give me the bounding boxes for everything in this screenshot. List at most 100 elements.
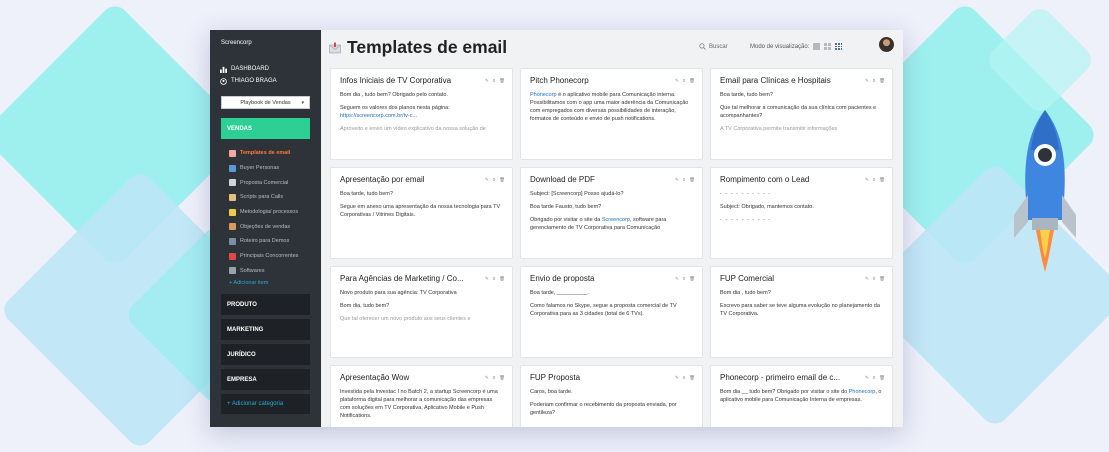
category-empresa[interactable]: EMPRESA (221, 369, 310, 391)
card-actions: ✎ 0 🗑 (485, 276, 505, 282)
line-text: Que tal melhorar a comunicação da sua cl… (720, 105, 877, 119)
like-count-icon[interactable]: ✎ (865, 177, 869, 183)
template-card[interactable]: Rompimento com o Lead ✎ 0 🗑 - - - - - - - - … (710, 167, 893, 259)
like-count: 0 (682, 375, 686, 380)
line-text: Novo produto para sua agência: TV Corpor… (340, 290, 457, 296)
template-card[interactable]: Envio de proposta ✎ 0 🗑 Boa tarde, _________… (520, 266, 703, 358)
add-category-button[interactable]: + Adicionar categoria (221, 394, 310, 415)
like-count-icon[interactable]: ✎ (865, 276, 869, 282)
template-card[interactable]: Infos Iniciais de TV Corporativa ✎ 0 🗑 Bom d… (330, 68, 513, 160)
trash-icon[interactable]: 🗑 (879, 78, 885, 84)
template-card[interactable]: Pitch Phonecorp ✎ 0 🗑 Phonecorp é o aplicati… (520, 68, 703, 160)
template-card[interactable]: Apresentação Wow ✎ 0 🗑 Investida pela Invest… (330, 365, 513, 427)
sidebar-item[interactable]: Metodologia/ processos (229, 205, 321, 220)
sidebar-item[interactable]: Proposta Comercial (229, 175, 321, 190)
like-count-icon[interactable]: ✎ (865, 78, 869, 84)
template-card[interactable]: FUP Proposta ✎ 0 🗑 Caros, boa tarde. Poderiam… (520, 365, 703, 427)
like-count-icon[interactable]: ✎ (485, 276, 489, 282)
trash-icon[interactable]: 🗑 (689, 177, 695, 183)
like-count: 0 (492, 375, 496, 380)
inline-link[interactable]: Phonecorp (530, 92, 557, 98)
sidebar-item-label: Principais Concorrentes (240, 253, 299, 260)
card-title[interactable]: Envio de proposta (530, 274, 668, 283)
grid-2-view-icon[interactable] (824, 43, 832, 50)
card-title[interactable]: FUP Proposta (530, 373, 668, 382)
grid-3-view-icon[interactable] (835, 43, 843, 50)
main-content: Templates de email Buscar Modo de visual… (321, 30, 903, 427)
card-title[interactable]: Phonecorp - primeiro email de c... (720, 373, 858, 382)
inline-link[interactable]: Phonecorp (849, 389, 876, 395)
category-marketing[interactable]: MARKETING (221, 319, 310, 341)
template-card[interactable]: Phonecorp - primeiro email de c... ✎ 0 🗑 Bom… (710, 365, 893, 427)
trash-icon[interactable]: 🗑 (689, 375, 695, 381)
trash-icon[interactable]: 🗑 (879, 177, 885, 183)
line-text: Subject: [Screencorp] Posso ajudá-lo? (530, 191, 624, 197)
card-title[interactable]: Infos Iniciais de TV Corporativa (340, 76, 478, 85)
card-line: Subject: Obrigado, mantemos contato. (720, 203, 883, 211)
trash-icon[interactable]: 🗑 (689, 276, 695, 282)
trash-icon[interactable]: 🗑 (689, 78, 695, 84)
search-button[interactable]: Buscar (699, 43, 728, 50)
line-text: Que tal oferecer um novo produto aos seu… (340, 316, 471, 322)
like-count-icon[interactable]: ✎ (485, 375, 489, 381)
add-item-button[interactable]: + Adicionar item (210, 278, 321, 288)
card-title[interactable]: Apresentação Wow (340, 373, 478, 382)
card-title[interactable]: Rompimento com o Lead (720, 175, 858, 184)
template-card[interactable]: Email para Clínicas e Hospitais ✎ 0 🗑 Boa ta… (710, 68, 893, 160)
like-count-icon[interactable]: ✎ (865, 375, 869, 381)
line-text: Poderiam confirmar o recebimento da prop… (530, 402, 677, 416)
sidebar-item[interactable]: Buyer Personas (229, 161, 321, 176)
card-title[interactable]: Email para Clínicas e Hospitais (720, 76, 858, 85)
card-title[interactable]: Pitch Phonecorp (530, 76, 668, 85)
list-view-icon[interactable] (813, 43, 821, 50)
card-title[interactable]: Apresentação por email (340, 175, 478, 184)
like-count: 0 (872, 276, 876, 281)
sidebar-item[interactable]: Templates de email (229, 146, 321, 161)
sidebar-item[interactable]: Scripts para Calls (229, 190, 321, 205)
category-produto[interactable]: PRODUTO (221, 294, 310, 316)
card-body: Boa tarde, __________. Como falamos no Sk… (530, 289, 693, 318)
line-text: Escrevo para saber se teve alguma evoluç… (720, 303, 880, 317)
trash-icon[interactable]: 🗑 (499, 78, 505, 84)
like-count-icon[interactable]: ✎ (485, 177, 489, 183)
trash-icon[interactable]: 🗑 (879, 276, 885, 282)
category-juridico[interactable]: JURÍDICO (221, 344, 310, 366)
playbook-select[interactable]: Playbook de Vendas ▾ (221, 96, 310, 109)
card-title[interactable]: Download de PDF (530, 175, 668, 184)
like-count-icon[interactable]: ✎ (675, 375, 679, 381)
nav-user[interactable]: THIAGO BRAGA (220, 75, 321, 87)
trash-icon[interactable]: 🗑 (499, 375, 505, 381)
template-card[interactable]: Apresentação por email ✎ 0 🗑 Boa tarde, tudo… (330, 167, 513, 259)
avatar[interactable] (879, 37, 894, 52)
inline-link[interactable]: https://screencorp.com.br/tv-c... (340, 113, 417, 119)
trash-icon[interactable]: 🗑 (499, 177, 505, 183)
inline-link[interactable]: Screencorp (602, 217, 630, 223)
envelope-icon (329, 42, 341, 53)
category-vendas[interactable]: VENDAS (221, 118, 310, 139)
nav-dashboard[interactable]: DASHBOARD (220, 63, 321, 75)
card-line: Phonecorp é o aplicativo mobile para Com… (530, 91, 693, 123)
template-card[interactable]: FUP Comercial ✎ 0 🗑 Bom dia , tudo bem? Escre… (710, 266, 893, 358)
sidebar-item[interactable]: Objeções de vendas (229, 219, 321, 234)
sidebar-item[interactable]: Softwares (229, 264, 321, 279)
card-line: - - - - - - - - - - (720, 190, 883, 198)
like-count: 0 (872, 78, 876, 83)
like-count-icon[interactable]: ✎ (675, 78, 679, 84)
line-text: Caros, boa tarde. (530, 389, 573, 395)
template-card[interactable]: Para Agências de Marketing / Co... ✎ 0 🗑 Nov… (330, 266, 513, 358)
bar-chart-icon (220, 66, 227, 73)
like-count-icon[interactable]: ✎ (485, 78, 489, 84)
template-card[interactable]: Download de PDF ✎ 0 🗑 Subject: [Screencorp] … (520, 167, 703, 259)
trash-icon[interactable]: 🗑 (499, 276, 505, 282)
playbook-select-value: Playbook de Vendas (240, 99, 291, 106)
card-title[interactable]: FUP Comercial (720, 274, 858, 283)
trash-icon[interactable]: 🗑 (879, 375, 885, 381)
line-text: Bom dia , tudo bem? (720, 290, 771, 296)
like-count-icon[interactable]: ✎ (675, 276, 679, 282)
card-title[interactable]: Para Agências de Marketing / Co... (340, 274, 478, 283)
line-text: - - - - - - - - - - (720, 191, 772, 197)
like-count: 0 (682, 78, 686, 83)
like-count-icon[interactable]: ✎ (675, 177, 679, 183)
sidebar-item[interactable]: Principais Concorrentes (229, 249, 321, 264)
sidebar-item[interactable]: Roteiro para Demos (229, 234, 321, 249)
